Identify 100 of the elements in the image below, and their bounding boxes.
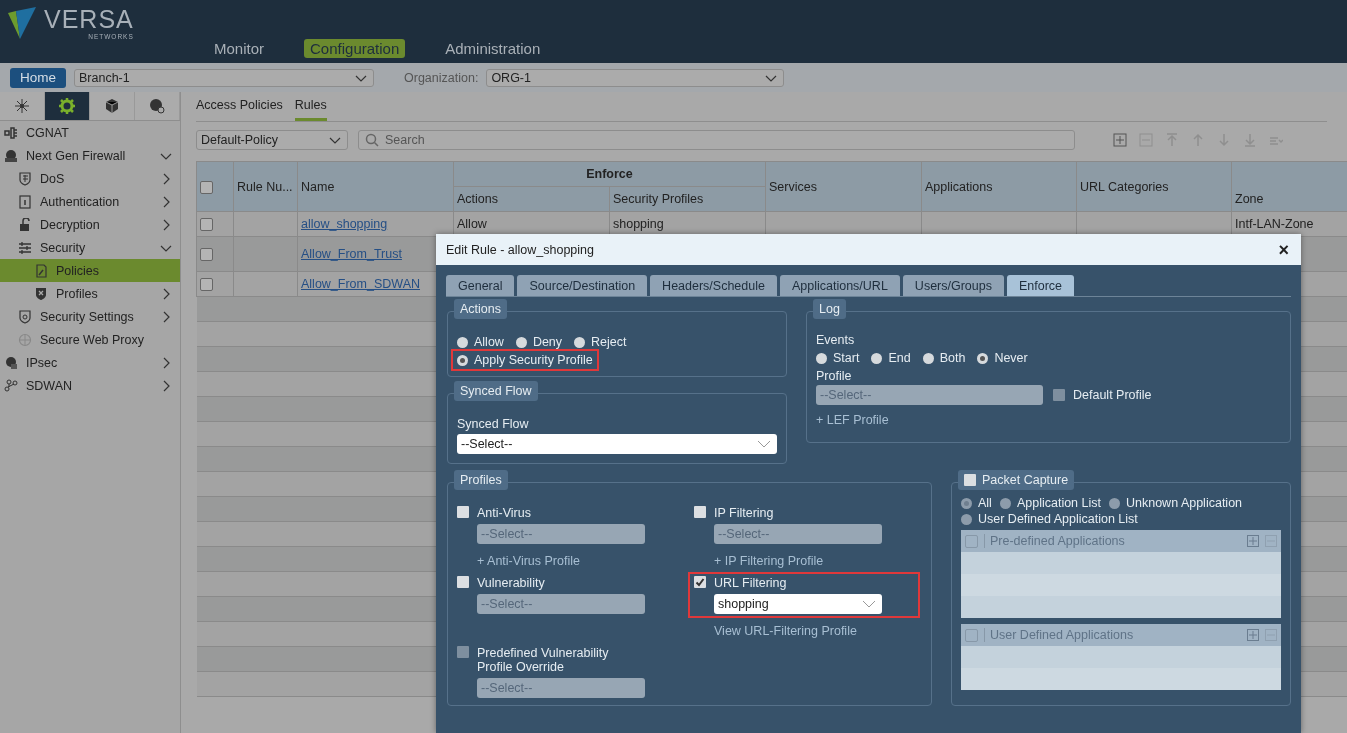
panel-legend: Profiles [454, 470, 508, 490]
checkbox[interactable] [457, 576, 469, 588]
tab[interactable]: Applications/URL [779, 275, 900, 296]
globe-icon [18, 332, 32, 347]
radio-button[interactable] [457, 336, 468, 348]
column-header[interactable]: Security Profiles [609, 186, 766, 212]
add-icon[interactable] [1113, 133, 1127, 147]
radio-option[interactable]: Never [977, 351, 1028, 365]
panel-legend: Packet Capture [982, 473, 1069, 487]
close-button[interactable]: × [1276, 240, 1291, 259]
radio-option[interactable]: Start [816, 351, 860, 365]
nav-tab[interactable]: Configuration [304, 39, 406, 58]
radio-button[interactable] [816, 352, 827, 364]
table-cell: Allow [457, 217, 487, 231]
sidebar-item[interactable]: Profiles [0, 282, 180, 305]
sidebar-item[interactable]: Security Settings [0, 305, 180, 328]
radio-button[interactable] [977, 352, 989, 364]
sidebar-item[interactable]: Security [0, 236, 180, 259]
sidebar-item[interactable]: DoS [0, 167, 180, 190]
field-label: Events [816, 333, 856, 347]
checkbox[interactable] [694, 576, 706, 588]
list-header: User Defined Applications [984, 628, 1241, 642]
search-field[interactable]: Search [358, 130, 1075, 150]
document-icon [34, 263, 48, 278]
radio-button[interactable] [922, 352, 934, 364]
tab[interactable]: Users/Groups [902, 275, 1004, 296]
column-header[interactable]: URL Categories [1076, 161, 1232, 212]
table-cell: shopping [613, 217, 664, 231]
tab[interactable]: Enforce [1006, 275, 1075, 296]
column-header[interactable]: Services [765, 161, 922, 212]
radio-option[interactable]: All [961, 496, 992, 510]
checkbox[interactable] [200, 248, 213, 262]
logo-icon [6, 5, 38, 41]
tab[interactable]: Headers/Schedule [650, 275, 777, 296]
checkbox[interactable] [965, 534, 978, 548]
profile-link[interactable]: View URL-Filtering Profile [694, 624, 914, 638]
shield-icon [34, 286, 48, 301]
radio-option[interactable]: Unknown Application [1109, 496, 1243, 510]
tab[interactable]: Rules [294, 98, 327, 121]
radio-button[interactable] [999, 497, 1011, 509]
policy-select[interactable]: Default-Policy [196, 130, 348, 150]
tab[interactable]: Source/Destination [517, 275, 648, 296]
radio-option[interactable]: User Defined Application List [961, 512, 1138, 526]
radio-button[interactable] [871, 352, 883, 364]
column-header[interactable]: Name [297, 161, 454, 212]
column-header[interactable]: Applications [921, 161, 1077, 212]
profile-link[interactable]: + Anti-Virus Profile [457, 554, 677, 568]
organization-label: Organization: [404, 70, 479, 85]
field-label: Synced Flow [457, 417, 530, 431]
appliance-select[interactable]: Branch-1 [74, 68, 374, 87]
organization-select[interactable]: ORG-1 [486, 68, 785, 87]
radio-option[interactable]: Apply Security Profile [451, 349, 599, 371]
search-icon [365, 133, 379, 147]
checkbox[interactable] [457, 506, 469, 518]
radio-option[interactable]: Both [922, 351, 966, 365]
add-icon[interactable] [1247, 535, 1259, 547]
tab[interactable]: Access Policies [196, 98, 283, 121]
profile-label: Predefined Vulnerability Profile Override [477, 646, 610, 674]
sidebar-tab[interactable] [45, 92, 90, 120]
checkbox[interactable] [200, 278, 213, 292]
panel-legend: Log [813, 299, 846, 319]
profile-label: URL Filtering [714, 576, 788, 590]
select-field[interactable]: --Select-- [457, 434, 777, 454]
sidebar-item[interactable]: Authentication [0, 190, 180, 213]
add-profile-link[interactable]: + LEF Profile [816, 413, 1281, 427]
checkbox[interactable] [694, 506, 706, 518]
gear-icon [59, 98, 75, 114]
tab[interactable]: General [446, 275, 515, 296]
checkbox[interactable] [964, 474, 976, 486]
chevron-down-icon [862, 600, 876, 608]
sidebar-item[interactable]: Policies [0, 259, 180, 282]
radio-button[interactable] [574, 336, 586, 348]
add-icon[interactable] [1247, 629, 1259, 641]
column-header[interactable]: Zone [1231, 186, 1347, 212]
profile-link[interactable]: + IP Filtering Profile [694, 554, 914, 568]
sidebar-item[interactable]: IPsec [0, 351, 180, 374]
column-header[interactable]: Rule Nu... [233, 161, 298, 212]
column-header[interactable]: Actions [453, 186, 610, 212]
sidebar-item[interactable]: Secure Web Proxy [0, 328, 180, 351]
sidebar-item[interactable]: SDWAN [0, 374, 180, 397]
panel-legend: Synced Flow [454, 381, 538, 401]
nav-tab[interactable]: Administration [439, 39, 547, 58]
radio-button[interactable] [1109, 497, 1120, 509]
sidebar-item[interactable]: Next Gen Firewall [0, 144, 180, 167]
shield-icon [18, 309, 32, 324]
sidebar-item[interactable]: Decryption [0, 213, 180, 236]
radio-option[interactable]: Application List [999, 496, 1101, 510]
nav-tab[interactable]: Monitor [208, 39, 271, 58]
checkbox[interactable] [965, 628, 978, 642]
select-field[interactable]: shopping [714, 594, 882, 614]
radio-button[interactable] [961, 497, 972, 509]
home-button[interactable]: Home [10, 67, 66, 88]
radio-option[interactable]: End [871, 351, 911, 365]
profile-label: IP Filtering [714, 506, 775, 520]
checkbox[interactable] [200, 180, 213, 194]
radio-button[interactable] [961, 513, 972, 525]
sidebar-item[interactable]: CGNAT [0, 121, 180, 144]
radio-button[interactable] [457, 354, 468, 366]
checkbox[interactable] [200, 218, 213, 232]
radio-button[interactable] [515, 336, 527, 348]
